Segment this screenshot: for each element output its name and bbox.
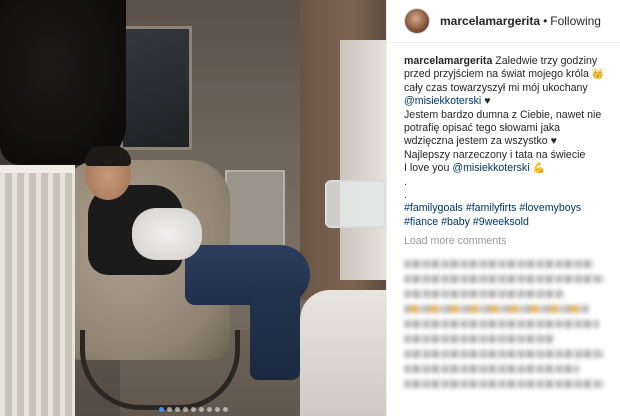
photo-man-hair — [85, 146, 131, 166]
carousel-dot[interactable] — [214, 407, 220, 412]
instagram-post: marcelamargerita • Following marcelamarger… — [0, 0, 620, 416]
photo-man-lower-leg — [250, 280, 300, 380]
photo-crib — [0, 165, 75, 416]
caption-dot-2: . — [404, 189, 407, 202]
follow-status[interactable]: Following — [550, 14, 601, 28]
load-more-comments-link[interactable]: Load more comments — [387, 231, 620, 247]
caption-hashtags-1[interactable]: #familygoals #familyfirts #lovemyboys — [404, 202, 581, 214]
caption-username[interactable]: marcelamargerita — [404, 55, 492, 67]
post-header: marcelamargerita • Following — [387, 0, 620, 43]
photo-window — [120, 26, 192, 150]
carousel-indicator — [0, 407, 386, 412]
blurred-comment-line — [404, 305, 589, 314]
carousel-dot[interactable] — [222, 407, 228, 412]
photo-coat — [0, 0, 126, 165]
crown-emoji-icon: 👑 — [591, 69, 605, 81]
blurred-comment-line — [404, 350, 604, 359]
carousel-dot[interactable] — [182, 407, 188, 412]
blurred-comment-line — [404, 275, 604, 284]
blurred-comment-line — [404, 290, 564, 299]
post-sidebar: marcelamargerita • Following marcelamarger… — [386, 0, 620, 416]
caption-mention-1[interactable]: @misiekkoterski — [404, 95, 481, 107]
carousel-dot[interactable] — [174, 407, 180, 412]
post-photo[interactable] — [0, 0, 386, 416]
header-text: marcelamargerita • Following — [440, 14, 601, 28]
photo-chair-legs — [80, 330, 240, 410]
caption-hashtags-2[interactable]: #fiance #baby #9weeksold — [404, 216, 529, 228]
muscle-emoji-icon: 💪 — [532, 163, 545, 175]
photo-bassinet — [325, 180, 386, 228]
carousel-dot[interactable] — [206, 407, 212, 412]
blurred-comment-line — [404, 320, 599, 329]
carousel-dot[interactable] — [158, 407, 164, 412]
photo-baby — [132, 208, 202, 260]
caption-mention-2[interactable]: @misiekkoterski — [452, 162, 529, 174]
caption-text-5: I love you — [404, 162, 450, 175]
post-caption: marcelamargerita Zaledwie trzy godziny p… — [387, 43, 620, 229]
heart-icon: ♥ — [484, 95, 491, 108]
header-username[interactable]: marcelamargerita — [440, 14, 540, 28]
header-separator: • — [543, 14, 548, 28]
blurred-comment-line — [404, 380, 604, 389]
caption-dot-1: . — [404, 175, 407, 188]
photo-cabinet-door — [340, 40, 386, 280]
blurred-comment-line — [404, 260, 594, 269]
blurred-comment-line — [404, 335, 554, 344]
heart-icon-2: ♥ — [550, 135, 557, 148]
carousel-dot[interactable] — [166, 407, 172, 412]
caption-text-2: cały czas towarzyszył mi mój ukochany — [404, 81, 588, 94]
carousel-dot[interactable] — [198, 407, 204, 412]
photo-radiator — [225, 170, 285, 250]
caption-text-4: Najlepszy narzeczony i tata na świecie — [404, 148, 586, 161]
caption-text-3: Jestem bardzo dumna z Ciebie, nawet nie … — [404, 108, 602, 148]
blurred-comment-line — [404, 365, 579, 374]
photo-bed — [300, 290, 386, 416]
user-avatar[interactable] — [404, 8, 430, 34]
carousel-dot[interactable] — [190, 407, 196, 412]
blurred-comments — [387, 247, 620, 395]
